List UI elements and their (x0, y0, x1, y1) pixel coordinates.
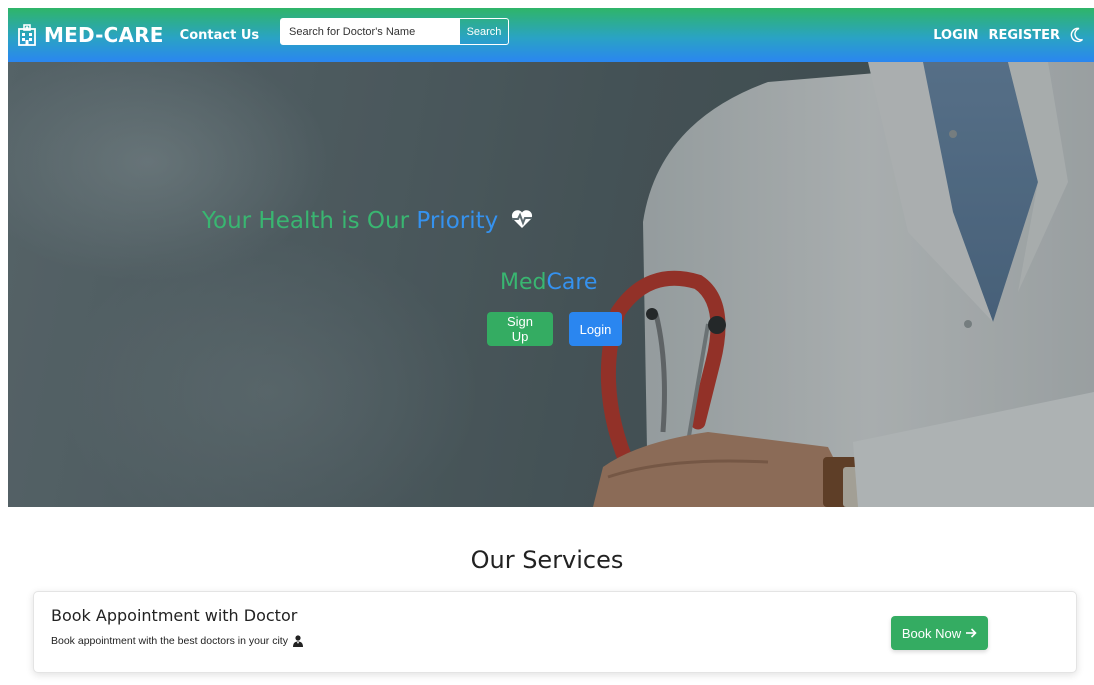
search-form: Search (280, 18, 509, 45)
hero-title-part2: Priority (416, 208, 499, 234)
book-now-button[interactable]: Book Now (891, 616, 988, 650)
service-title: Book Appointment with Doctor (51, 606, 298, 625)
hero-banner: Your Health is Our Priority MedCare Sign… (8, 62, 1094, 507)
hero-title-part1: Your Health is Our (202, 208, 417, 234)
service-card: Book Appointment with Doctor Book appoin… (33, 591, 1077, 673)
arrow-right-icon (965, 627, 977, 639)
doctor-icon (292, 635, 304, 647)
login-button[interactable]: Login (569, 312, 622, 346)
nav-register-link[interactable]: REGISTER (988, 28, 1060, 43)
navbar: MED-CARE Contact Us Search LOGIN REGISTE… (8, 8, 1094, 62)
signup-button[interactable]: Sign Up (487, 312, 553, 346)
nav-contact-link[interactable]: Contact Us (180, 28, 259, 43)
nav-login-link[interactable]: LOGIN (933, 28, 978, 43)
hero-brand-part1: Med (500, 270, 547, 295)
search-button[interactable]: Search (460, 18, 509, 45)
search-input[interactable] (280, 18, 460, 45)
hero-title: Your Health is Our Priority (202, 208, 534, 234)
heart-pulse-icon (510, 208, 534, 230)
brand-logo[interactable]: MED-CARE (16, 23, 164, 47)
page: MED-CARE Contact Us Search LOGIN REGISTE… (0, 0, 1094, 685)
nav-right: LOGIN REGISTER (933, 8, 1084, 62)
service-description: Book appointment with the best doctors i… (51, 635, 304, 647)
services-heading: Our Services (470, 546, 624, 574)
service-description-text: Book appointment with the best doctors i… (51, 635, 288, 647)
hospital-icon (16, 24, 38, 46)
brand-name: MED-CARE (44, 23, 164, 47)
book-now-label: Book Now (901, 625, 962, 641)
hero-brand-part2: Care (546, 270, 598, 295)
moon-icon[interactable] (1070, 27, 1084, 43)
hero-brand: MedCare (500, 270, 597, 295)
